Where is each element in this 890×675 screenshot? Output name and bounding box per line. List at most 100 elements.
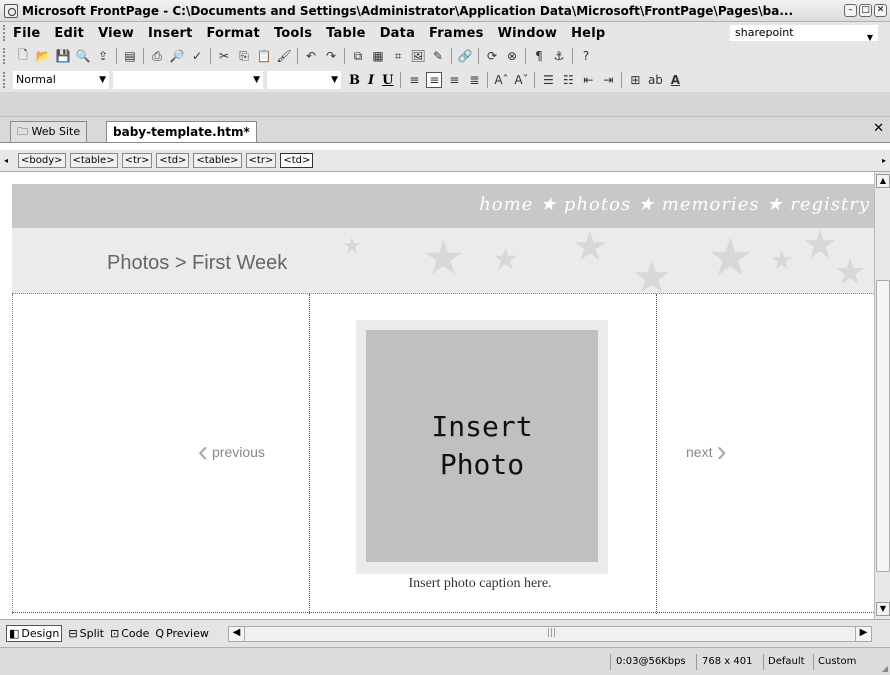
- photo-placeholder[interactable]: Insert Photo: [366, 330, 598, 562]
- insert-table-icon[interactable]: ▦: [370, 48, 386, 64]
- resize-grip-icon[interactable]: ◢: [882, 664, 888, 673]
- borders-icon[interactable]: ⊞: [627, 72, 643, 88]
- hyperlink-icon[interactable]: 🔗: [457, 48, 473, 64]
- chevron-down-icon[interactable]: ▼: [331, 72, 338, 88]
- menu-format[interactable]: Format: [207, 26, 260, 41]
- maximize-icon[interactable]: □: [859, 4, 872, 17]
- close-icon[interactable]: ✕: [873, 121, 884, 136]
- open-icon[interactable]: 📂: [35, 48, 51, 64]
- frontpage-app-icon[interactable]: [4, 3, 18, 18]
- design-view-button[interactable]: ◧ Design: [6, 625, 63, 642]
- code-view-button[interactable]: ⊡ Code: [110, 627, 149, 640]
- chevron-down-icon[interactable]: ▼: [867, 31, 873, 45]
- quick-tag[interactable]: <tr>: [121, 153, 153, 168]
- search-icon[interactable]: 🔍: [75, 48, 91, 64]
- decrease-indent-icon[interactable]: ⇤: [580, 72, 596, 88]
- page-size[interactable]: 768 x 401: [702, 656, 752, 667]
- underline-button[interactable]: U: [382, 73, 393, 88]
- drawing-icon[interactable]: ✎: [430, 48, 446, 64]
- scroll-thumb[interactable]: [876, 280, 890, 572]
- help-icon[interactable]: ?: [578, 48, 594, 64]
- decrease-font-icon[interactable]: Aˇ: [513, 72, 529, 88]
- menu-view[interactable]: View: [98, 26, 134, 41]
- save-icon[interactable]: 💾: [55, 48, 71, 64]
- italic-button[interactable]: I: [368, 73, 374, 88]
- numbering-icon[interactable]: ☰: [540, 72, 556, 88]
- font-select[interactable]: ▼: [113, 71, 263, 89]
- toolbar-grip[interactable]: [3, 72, 9, 88]
- menu-table[interactable]: Table: [326, 26, 366, 41]
- scroll-left-icon[interactable]: ◀: [229, 627, 245, 641]
- menu-window[interactable]: Window: [498, 26, 558, 41]
- align-left-icon[interactable]: ≡: [406, 72, 422, 88]
- scroll-grip[interactable]: |||: [547, 628, 556, 638]
- align-center-icon[interactable]: ≡: [426, 72, 443, 88]
- spelling-icon[interactable]: ✓: [189, 48, 205, 64]
- help-search-box[interactable]: sharepoint ▼: [730, 25, 878, 42]
- font-color-icon[interactable]: A: [667, 72, 683, 88]
- stop-icon[interactable]: ⊗: [504, 48, 520, 64]
- publish-icon[interactable]: ⇪: [95, 48, 111, 64]
- chevron-left-icon[interactable]: ◂: [4, 156, 14, 165]
- align-right-icon[interactable]: ≡: [446, 72, 462, 88]
- new-page-icon[interactable]: 🗋: [15, 48, 31, 64]
- photo-caption[interactable]: Insert photo caption here.: [380, 576, 580, 592]
- show-all-icon[interactable]: ¶: [531, 48, 547, 64]
- paste-icon[interactable]: 📋: [256, 48, 272, 64]
- quick-tag[interactable]: <tr>: [245, 153, 277, 168]
- menu-tools[interactable]: Tools: [274, 26, 312, 41]
- previous-link[interactable]: ‹ previous: [198, 437, 265, 467]
- menu-data[interactable]: Data: [380, 26, 415, 41]
- chevron-down-icon[interactable]: ▼: [99, 72, 106, 88]
- preview-icon[interactable]: 🔎: [169, 48, 185, 64]
- refresh-icon[interactable]: ⟳: [484, 48, 500, 64]
- custom-status[interactable]: Custom: [818, 656, 856, 667]
- bold-button[interactable]: B: [349, 73, 360, 88]
- next-link[interactable]: next ›: [686, 437, 726, 467]
- justify-icon[interactable]: ≣: [466, 72, 482, 88]
- mode-status[interactable]: Default: [768, 656, 805, 667]
- chevron-right-icon[interactable]: ▸: [882, 156, 886, 165]
- menu-frames[interactable]: Frames: [429, 26, 484, 41]
- quick-tag-selected[interactable]: <td>: [280, 153, 314, 168]
- insert-layer-icon[interactable]: ⌗: [390, 48, 406, 64]
- toolbar-grip[interactable]: [3, 48, 9, 64]
- vertical-scrollbar[interactable]: ▲ ▼: [874, 172, 890, 619]
- insert-web-component-icon[interactable]: ⧉: [350, 48, 366, 64]
- redo-icon[interactable]: ↷: [323, 48, 339, 64]
- increase-indent-icon[interactable]: ⇥: [600, 72, 616, 88]
- quick-tag[interactable]: <table>: [193, 153, 242, 168]
- scroll-right-icon[interactable]: ▶: [855, 627, 871, 641]
- menu-insert[interactable]: Insert: [148, 26, 192, 41]
- bullets-icon[interactable]: ☷: [560, 72, 576, 88]
- copy-icon[interactable]: ⎘: [236, 48, 252, 64]
- tab-baby-template[interactable]: baby-template.htm*: [106, 121, 257, 143]
- menu-edit[interactable]: Edit: [54, 26, 84, 41]
- minimize-icon[interactable]: –: [844, 4, 857, 17]
- tab-web-site[interactable]: 🗀 Web Site: [10, 121, 88, 143]
- menu-file[interactable]: File: [13, 26, 40, 41]
- quick-tag[interactable]: <body>: [18, 153, 66, 168]
- undo-icon[interactable]: ↶: [303, 48, 319, 64]
- increase-font-icon[interactable]: Aˆ: [493, 72, 509, 88]
- preview-view-button[interactable]: Q Preview: [155, 627, 209, 640]
- format-painter-icon[interactable]: 🖌: [276, 48, 292, 64]
- cut-icon[interactable]: ✂: [216, 48, 232, 64]
- scroll-up-icon[interactable]: ▲: [876, 174, 890, 188]
- quick-tag[interactable]: <td>: [156, 153, 190, 168]
- scroll-down-icon[interactable]: ▼: [876, 602, 890, 616]
- quick-tag[interactable]: <table>: [69, 153, 118, 168]
- print-icon[interactable]: ⎙: [149, 48, 165, 64]
- style-select[interactable]: Normal ▼: [13, 71, 109, 89]
- design-view[interactable]: home ★ photos ★ memories ★ registry ★ ★ …: [0, 172, 874, 619]
- menu-help[interactable]: Help: [571, 26, 605, 41]
- chevron-down-icon[interactable]: ▼: [253, 72, 260, 88]
- insert-picture-icon[interactable]: 🖼: [410, 48, 426, 64]
- anchor-icon[interactable]: ⚓: [551, 48, 567, 64]
- menu-grip[interactable]: [3, 25, 9, 41]
- highlight-icon[interactable]: ab: [647, 72, 663, 88]
- site-navigation[interactable]: home ★ photos ★ memories ★ registry: [479, 194, 870, 215]
- split-view-button[interactable]: ⊟ Split: [68, 627, 104, 640]
- close-window-icon[interactable]: ✕: [874, 4, 887, 17]
- toggle-pane-icon[interactable]: ▤: [122, 48, 138, 64]
